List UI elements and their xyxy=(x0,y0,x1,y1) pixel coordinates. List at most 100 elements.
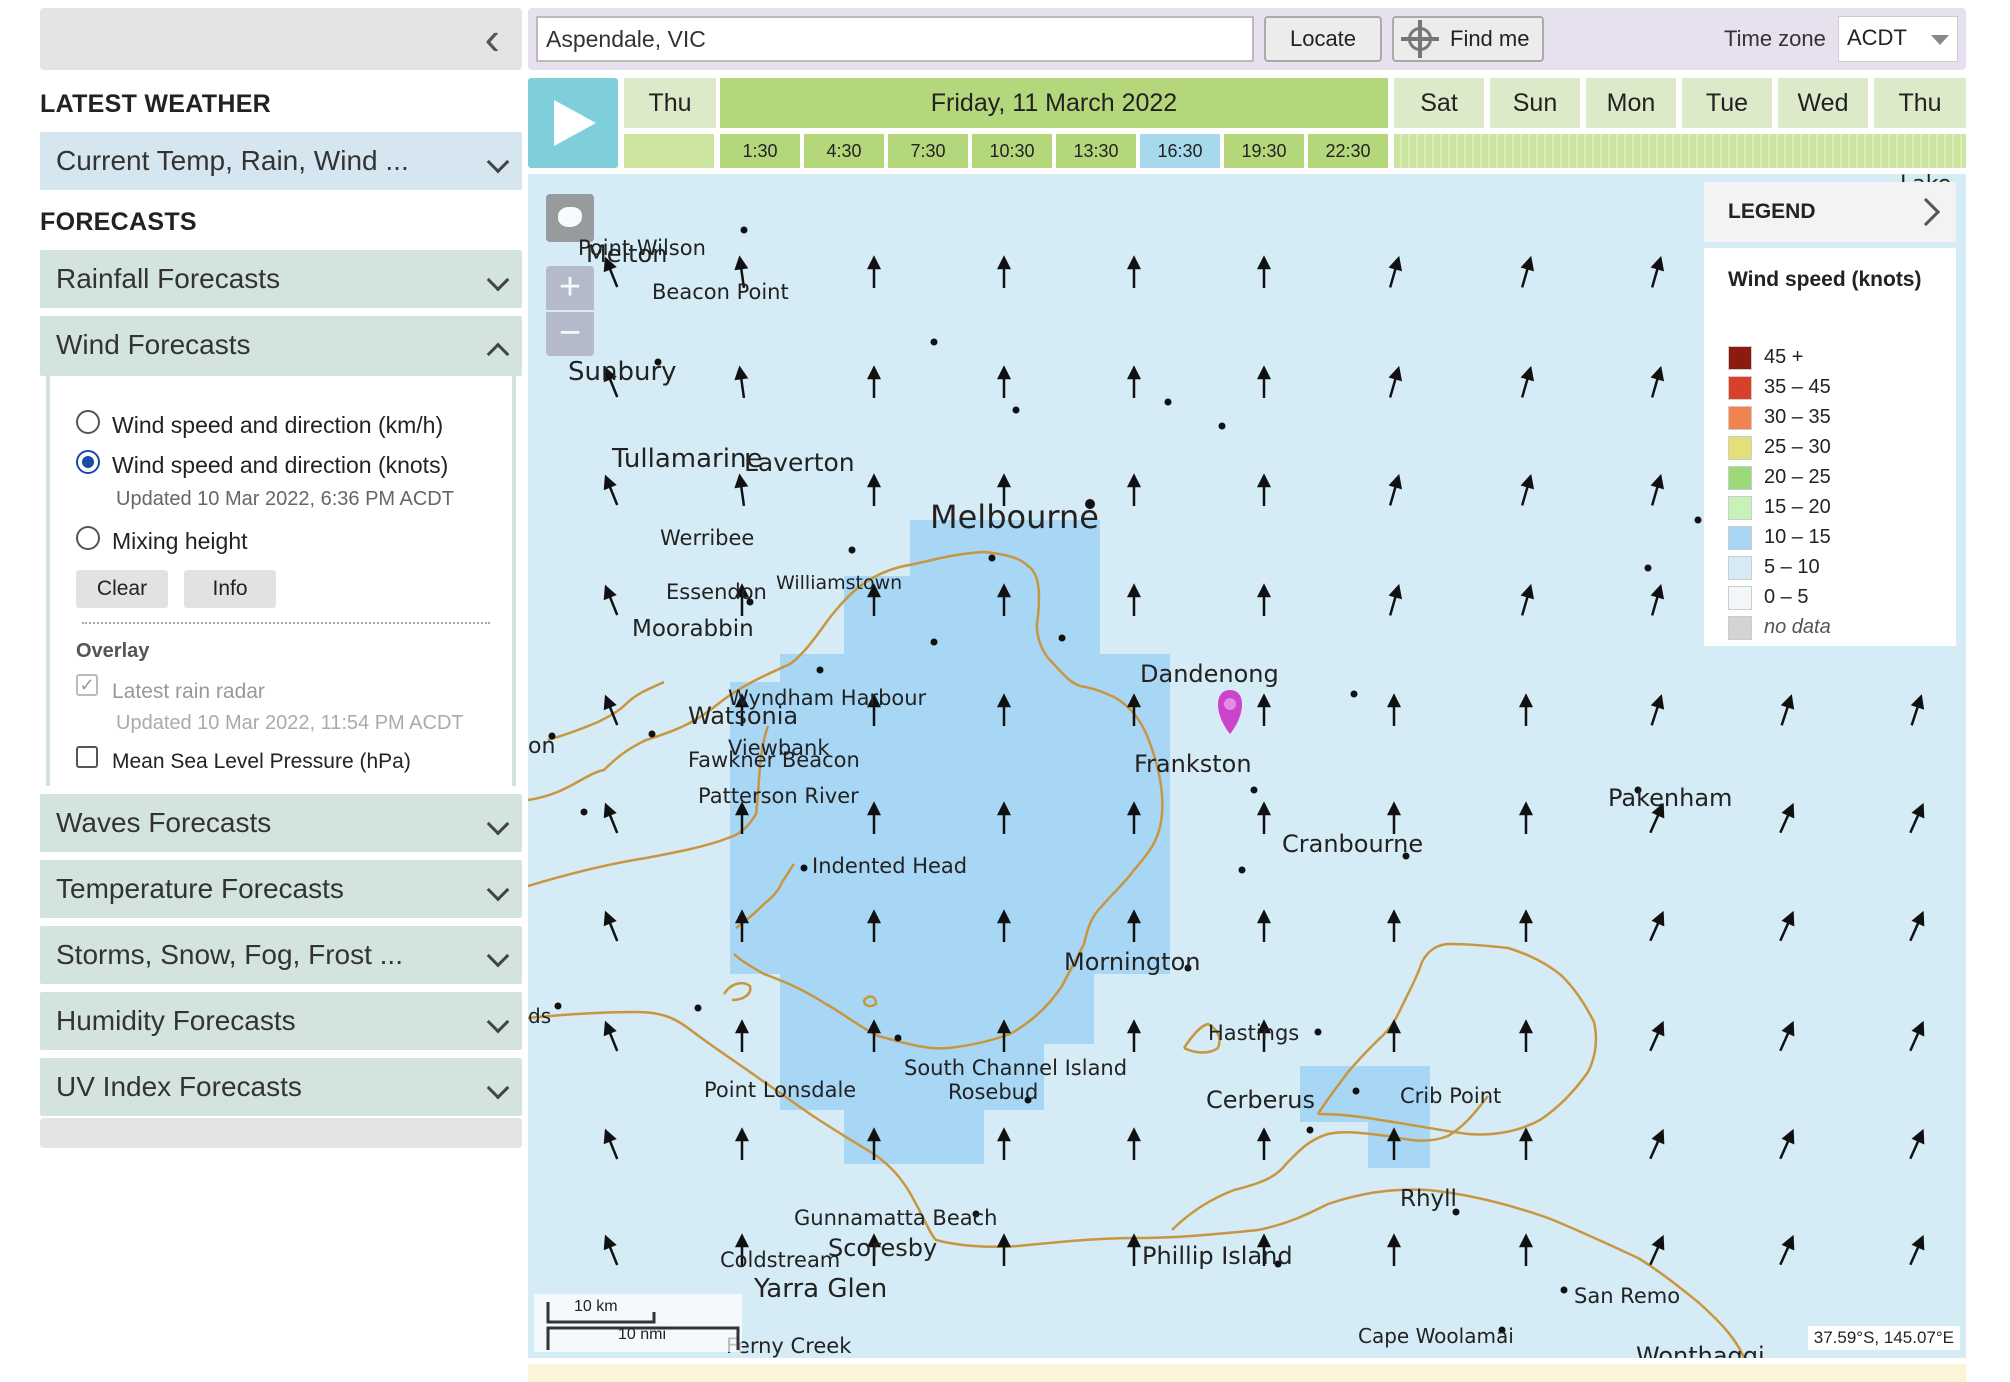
chevron-down-icon xyxy=(486,944,510,968)
legend-swatch xyxy=(1728,346,1752,370)
wind-arrow xyxy=(1388,583,1403,616)
wind-arrow xyxy=(996,255,1012,288)
town-label: Werribee xyxy=(660,526,755,550)
wind-knots-radio[interactable] xyxy=(76,450,100,474)
time-slot-selected[interactable]: 16:30 xyxy=(1140,134,1220,168)
day-tab[interactable]: Thu xyxy=(624,78,716,128)
day-tab[interactable]: Thu xyxy=(1874,78,1966,128)
play-button[interactable] xyxy=(528,78,618,168)
day-tab[interactable]: Tue xyxy=(1682,78,1772,128)
day-tab[interactable]: Mon xyxy=(1586,78,1676,128)
legend-swatch xyxy=(1728,436,1752,460)
locate-button[interactable]: Locate xyxy=(1264,16,1382,62)
wind-arrow xyxy=(1780,694,1795,726)
day-tab[interactable]: Wed xyxy=(1778,78,1868,128)
wind-arrow xyxy=(1649,1128,1665,1160)
town-dot xyxy=(816,666,824,674)
chevron-down-icon xyxy=(486,150,510,174)
location-toolbar: Locate Find me Time zone ACDT xyxy=(528,8,1966,70)
mslp-label[interactable]: Mean Sea Level Pressure (hPa) xyxy=(112,750,411,774)
town-dot xyxy=(1352,1087,1360,1095)
wind-arrow xyxy=(603,1234,619,1266)
mixing-height-radio[interactable] xyxy=(76,526,100,550)
time-slot[interactable]: 1:30 xyxy=(720,134,800,168)
rainfall-forecasts-accordion[interactable]: Rainfall Forecasts xyxy=(40,250,522,308)
town-label: Patterson River xyxy=(698,784,859,808)
wind-arrow xyxy=(1649,1020,1665,1052)
accordion-label: Storms, Snow, Fog, Frost ... xyxy=(56,939,403,970)
chevron-down-icon xyxy=(486,812,510,836)
town-label: Fawkner Beacon xyxy=(688,748,860,772)
home-view-button[interactable] xyxy=(546,194,594,242)
time-track-past[interactable] xyxy=(624,134,714,168)
wind-forecasts-accordion[interactable]: Wind Forecasts xyxy=(40,316,522,376)
legend-label: 20 – 25 xyxy=(1764,466,1831,488)
town-label: Hastings xyxy=(1208,1021,1300,1045)
zoom-in-button[interactable]: + xyxy=(546,266,594,310)
temperature-forecasts-accordion[interactable]: Temperature Forecasts xyxy=(40,860,522,918)
mixing-height-label[interactable]: Mixing height xyxy=(112,528,248,555)
wind-arrow xyxy=(603,1020,619,1052)
legend-header[interactable]: LEGEND xyxy=(1704,182,1956,242)
scale-bar: 10 km 10 nmi xyxy=(534,1294,742,1352)
wind-knots-label[interactable]: Wind speed and direction (knots) xyxy=(112,452,448,479)
town-label: Scoresby xyxy=(828,1234,938,1262)
rain-radar-checkbox[interactable]: ✓ xyxy=(76,674,98,696)
town-label: Rosebud xyxy=(948,1080,1039,1104)
scale-nmi: 10 nmi xyxy=(618,1326,667,1343)
collapse-sidebar-button[interactable]: ‹ xyxy=(40,8,522,70)
time-slot[interactable]: 19:30 xyxy=(1224,134,1304,168)
storms-forecasts-accordion[interactable]: Storms, Snow, Fog, Frost ... xyxy=(40,926,522,984)
wind-kmh-label[interactable]: Wind speed and direction (km/h) xyxy=(112,412,443,439)
wind-arrow xyxy=(1518,909,1534,942)
time-slot[interactable]: 7:30 xyxy=(888,134,968,168)
day-tab-selected[interactable]: Friday, 11 March 2022 xyxy=(720,78,1388,128)
waves-forecasts-accordion[interactable]: Waves Forecasts xyxy=(40,794,522,852)
accordion-label: Temperature Forecasts xyxy=(56,873,344,904)
rain-radar-label: Latest rain radar xyxy=(112,680,265,703)
location-search-input[interactable] xyxy=(536,16,1254,62)
clear-button[interactable]: Clear xyxy=(76,570,168,608)
wind-arrow xyxy=(1518,1019,1534,1052)
town-dot xyxy=(1306,1126,1314,1134)
time-track-future[interactable] xyxy=(1394,134,1966,168)
divider xyxy=(82,622,490,624)
day-tab[interactable]: Sat xyxy=(1394,78,1484,128)
day-tab[interactable]: Sun xyxy=(1490,78,1580,128)
time-zone-select[interactable]: ACDT xyxy=(1838,16,1958,62)
chevron-right-icon xyxy=(1911,197,1941,227)
zoom-out-button[interactable]: − xyxy=(546,312,594,356)
wind-arrow xyxy=(1256,583,1272,616)
town-label: Point Wilson xyxy=(578,236,706,260)
sidebar: ‹ LATEST WEATHER Current Temp, Rain, Win… xyxy=(40,8,522,1368)
town-label: Sunbury xyxy=(568,357,677,387)
wind-arrow xyxy=(1256,909,1272,942)
scale-km: 10 km xyxy=(574,1298,618,1315)
chevron-down-icon xyxy=(486,1076,510,1100)
wind-arrow xyxy=(1650,255,1665,288)
current-conditions-accordion[interactable]: Current Temp, Rain, Wind ... xyxy=(40,132,522,190)
town-dot xyxy=(1218,422,1226,430)
time-slot[interactable]: 10:30 xyxy=(972,134,1052,168)
time-slot[interactable]: 4:30 xyxy=(804,134,884,168)
town-label: Gunnamatta Beach xyxy=(794,1206,998,1230)
find-me-button[interactable]: Find me xyxy=(1392,16,1544,62)
uv-forecasts-accordion[interactable]: UV Index Forecasts xyxy=(40,1058,522,1116)
time-slot[interactable]: 13:30 xyxy=(1056,134,1136,168)
wind-arrow xyxy=(1779,1020,1795,1052)
wind-arrow xyxy=(1650,473,1665,506)
wind-arrow xyxy=(1650,694,1665,726)
wind-kmh-radio[interactable] xyxy=(76,410,100,434)
time-slot[interactable]: 22:30 xyxy=(1308,134,1388,168)
town-label: Mornington xyxy=(1064,948,1201,976)
info-button[interactable]: Info xyxy=(184,570,276,608)
wind-map[interactable]: + − Sunbury Tullamarine Melton Essendon Wats… xyxy=(528,174,1966,1358)
wind-arrow xyxy=(1518,801,1534,834)
wind-arrow xyxy=(1650,583,1665,616)
forecasts-heading: FORECASTS xyxy=(40,208,197,236)
mslp-checkbox[interactable] xyxy=(76,746,98,768)
town-label: Phillip Island xyxy=(1142,1242,1293,1270)
wind-arrow xyxy=(1520,583,1535,616)
humidity-forecasts-accordion[interactable]: Humidity Forecasts xyxy=(40,992,522,1050)
town-label: Tullamarine xyxy=(612,444,763,474)
